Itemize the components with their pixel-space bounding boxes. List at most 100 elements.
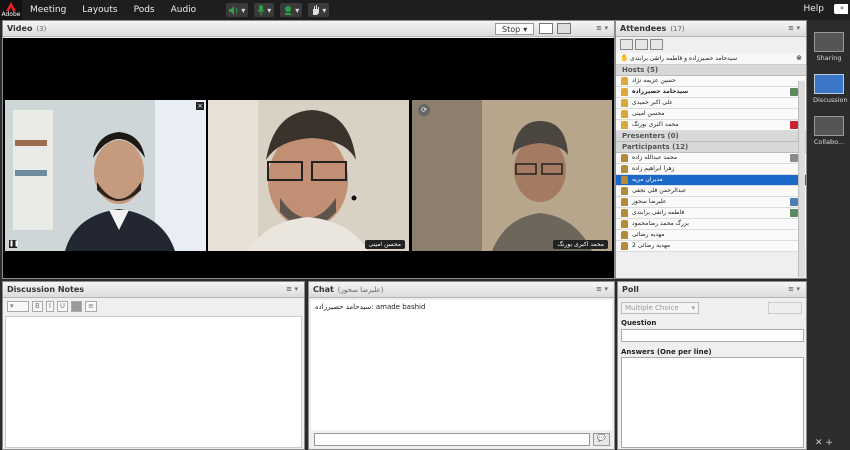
answers-input[interactable] <box>621 357 804 448</box>
list-view-icon[interactable] <box>620 39 633 50</box>
stop-sharing-button[interactable]: Stop ▾ <box>495 23 535 35</box>
help-menu[interactable]: Help <box>803 4 824 14</box>
poll-title: Poll <box>622 285 639 294</box>
status-view-icon[interactable] <box>650 39 663 50</box>
pod-options-icon[interactable]: ≡ ▾ <box>596 285 608 293</box>
attendee-row[interactable]: محمد عبدالله زاده <box>616 153 806 164</box>
participant-video-1 <box>5 100 206 251</box>
camera-switch-icon[interactable]: ⟳ <box>418 104 430 116</box>
attendee-row[interactable]: حسین عزیمه نژاد <box>616 76 806 87</box>
attendee-row[interactable]: محمد اکبری بورنگ <box>616 120 806 131</box>
attendee-row[interactable]: فاطمه راتقی برابندی <box>616 208 806 219</box>
video-tile-1[interactable]: ❚❚ × <box>5 100 206 251</box>
italic-icon[interactable]: I <box>45 300 54 312</box>
attendee-row[interactable]: عبدالرحمن قلی نجفی <box>616 186 806 197</box>
clear-status-icon[interactable]: ⊗ <box>796 54 802 62</box>
send-message-button[interactable]: 💬 <box>593 433 610 446</box>
attendee-row[interactable]: بزرگ محمد رضامحمود <box>616 219 806 230</box>
top-menu-bar: Adobe Meeting Layouts Pods Audio ▾ ▾ ▾ ▾… <box>0 0 850 20</box>
video-count: (3) <box>36 24 47 33</box>
attendee-row[interactable]: سیدحامد حصیرزاده <box>616 87 806 98</box>
layout-thumbnail <box>814 116 844 136</box>
adobe-logo-icon <box>6 2 16 11</box>
participant-icon <box>621 176 628 184</box>
rail-collapse-icon[interactable]: « <box>836 4 848 14</box>
webcam-button[interactable]: ▾ <box>280 3 303 17</box>
notes-title: Discussion Notes <box>7 285 85 294</box>
status-icon <box>790 209 798 217</box>
attendee-row[interactable]: علیرضا سحور <box>616 197 806 208</box>
attendees-scrollbar[interactable] <box>798 81 805 277</box>
status-icon <box>790 154 798 162</box>
attendee-row-selected[interactable]: مدیران مزیه <box>616 175 806 186</box>
open-poll-button[interactable] <box>768 302 802 314</box>
breakout-view-icon[interactable] <box>635 39 648 50</box>
attendees-toolbar <box>616 37 806 53</box>
grid-layout-icon[interactable] <box>539 23 553 34</box>
video-tile-label: محسن امینی <box>364 240 405 249</box>
layout-discussion[interactable]: Discussion <box>813 74 848 104</box>
presenters-header[interactable]: Presenters (0) <box>616 131 806 142</box>
poll-pod-header: Poll ≡ ▾ <box>618 282 806 298</box>
close-video-icon[interactable]: × <box>196 102 204 110</box>
discussion-notes-pod: Discussion Notes ≡ ▾ ▾ B I U ≡ <box>2 281 305 450</box>
attendee-row[interactable]: علی اکبر حمیدی <box>616 98 806 109</box>
layout-thumbnail <box>814 74 844 94</box>
chat-pod-header: Chat (علیرضا سحور) ≡ ▾ <box>309 282 614 298</box>
question-label: Question <box>621 319 657 327</box>
underline-icon[interactable]: U <box>56 300 69 312</box>
chat-input[interactable] <box>314 433 590 446</box>
speaker-button[interactable]: ▾ <box>226 3 249 17</box>
attendees-pod-header: Attendees (17) ≡ ▾ <box>616 21 806 37</box>
participant-icon <box>621 165 628 173</box>
attendees-pod: Attendees (17) ≡ ▾ سیدحامد حصیرزاده و قا… <box>615 20 807 279</box>
layout-collaboration[interactable]: Collabo... <box>813 116 845 146</box>
hosts-header[interactable]: Hosts (5) <box>616 65 806 76</box>
bullet-list-icon[interactable]: ≡ <box>85 300 97 312</box>
chevron-down-icon: ▾ <box>691 304 695 312</box>
menu-meeting[interactable]: Meeting <box>22 5 74 15</box>
pod-options-icon[interactable]: ≡ ▾ <box>596 24 608 32</box>
participant-icon <box>621 231 628 239</box>
raise-hand-button[interactable]: ▾ <box>308 3 330 17</box>
adobe-logo: Adobe <box>0 0 22 20</box>
participant-icon <box>621 242 628 250</box>
notes-editor[interactable] <box>5 316 302 448</box>
question-input[interactable] <box>621 329 804 342</box>
pause-video-icon[interactable]: ❚❚ <box>9 240 19 248</box>
microphone-button[interactable]: ▾ <box>254 3 275 17</box>
host-icon <box>621 99 628 107</box>
bold-icon[interactable]: B <box>32 300 43 312</box>
layout-sharing[interactable]: Sharing <box>813 32 845 62</box>
video-tile-2[interactable]: محسن امینی <box>208 100 409 251</box>
filmstrip-layout-icon[interactable] <box>557 23 571 34</box>
attendee-row[interactable]: محسن امینی <box>616 109 806 120</box>
attendees-title: Attendees <box>620 24 667 33</box>
notes-pod-header: Discussion Notes ≡ ▾ <box>3 282 304 298</box>
attendee-row[interactable]: زهرا ابراهیم زاده <box>616 164 806 175</box>
menu-audio[interactable]: Audio <box>163 5 205 15</box>
participant-icon <box>621 187 628 195</box>
participants-header[interactable]: Participants (12) <box>616 142 806 153</box>
chevron-down-icon: ▾ <box>322 5 327 15</box>
participant-icon <box>621 154 628 162</box>
pod-options-icon[interactable]: ≡ ▾ <box>788 24 800 32</box>
poll-pod: Poll ≡ ▾ Multiple Choice ▾ Question Answ… <box>617 281 807 450</box>
rail-add-layout-icon[interactable]: ✕ + <box>815 438 833 448</box>
poll-type-select[interactable]: Multiple Choice ▾ <box>621 302 699 314</box>
pod-options-icon[interactable]: ≡ ▾ <box>788 285 800 293</box>
chat-messages: سیدحامد حصیرزاده: amade bashid <box>311 300 612 430</box>
chevron-down-icon: ▾ <box>523 24 528 34</box>
layout-thumbnail <box>814 32 844 52</box>
text-color-icon[interactable] <box>71 300 83 312</box>
video-tile-3[interactable]: ⟳ محمد اکبری بورنگ <box>412 100 612 251</box>
host-icon <box>621 121 628 129</box>
chat-pod: Chat (علیرضا سحور) ≡ ▾ سیدحامد حصیرزاده:… <box>308 281 615 450</box>
menu-pods[interactable]: Pods <box>126 5 163 15</box>
video-pod: Video (3) Stop ▾ ≡ ▾ ❚❚ × محسن امینی ⟳ م… <box>2 20 615 279</box>
pod-options-icon[interactable]: ≡ ▾ <box>286 285 298 293</box>
font-size-select[interactable]: ▾ <box>7 300 29 312</box>
attendee-row[interactable]: مهدیه رضائی 2 <box>616 241 806 252</box>
menu-layouts[interactable]: Layouts <box>74 5 125 15</box>
attendee-row[interactable]: مهدیه رضائی <box>616 230 806 241</box>
